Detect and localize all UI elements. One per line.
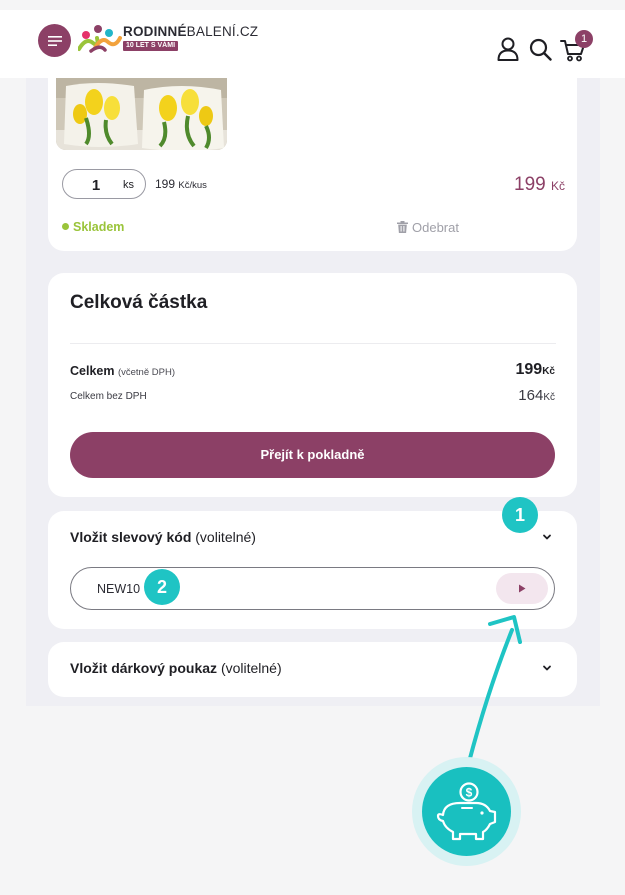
annotation-arrow — [467, 615, 522, 764]
piggy-bank-icon: $ — [436, 781, 496, 840]
piggy-bank-button[interactable]: $ — [422, 767, 511, 856]
svg-text:$: $ — [465, 785, 472, 799]
